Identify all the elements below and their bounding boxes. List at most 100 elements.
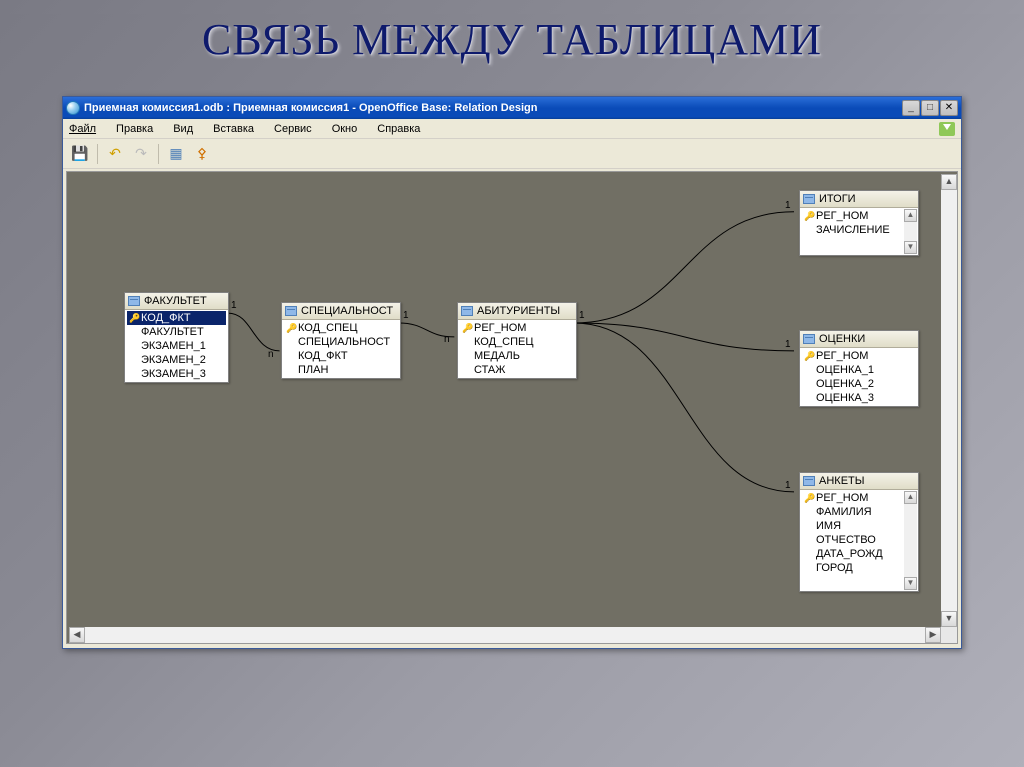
key-icon: 🔑: [129, 313, 139, 323]
field-row[interactable]: ЭКЗАМЕН_1: [127, 339, 226, 353]
redo-icon[interactable]: ↷: [130, 143, 152, 165]
table-icon: [285, 306, 297, 316]
field-row[interactable]: 🔑РЕГ_НОМ: [460, 321, 574, 335]
field-row[interactable]: ИМЯ: [802, 519, 903, 533]
field-row[interactable]: ОЦЕНКА_2: [802, 377, 916, 391]
menu-view[interactable]: Вид: [173, 123, 203, 135]
table-title: ФАКУЛЬТЕТ: [144, 295, 207, 307]
field-row[interactable]: ОЦЕНКА_1: [802, 363, 916, 377]
field-row[interactable]: 🔑КОД_СПЕЦ: [284, 321, 398, 335]
mini-scrollbar[interactable]: ▲ ▼: [904, 491, 917, 590]
table-header[interactable]: ИТОГИ: [800, 191, 918, 208]
scroll-up-icon[interactable]: ▲: [904, 491, 917, 504]
field-row[interactable]: ЭКЗАМЕН_3: [127, 367, 226, 381]
field-row[interactable]: ПЛАН: [284, 363, 398, 377]
table-specialnost[interactable]: СПЕЦИАЛЬНОСТ 🔑КОД_СПЕЦ СПЕЦИАЛЬНОСТ КОД_…: [281, 302, 401, 379]
menu-tools[interactable]: Сервис: [274, 123, 322, 135]
table-header[interactable]: АНКЕТЫ: [800, 473, 918, 490]
table-title: АБИТУРИЕНТЫ: [477, 305, 560, 317]
table-fakultet[interactable]: ФАКУЛЬТЕТ 🔑КОД_ФКТ ФАКУЛЬТЕТ ЭКЗАМЕН_1 Э…: [124, 292, 229, 383]
maximize-button[interactable]: □: [921, 100, 939, 116]
table-header[interactable]: ФАКУЛЬТЕТ: [125, 293, 228, 310]
field-row[interactable]: ФАКУЛЬТЕТ: [127, 325, 226, 339]
mini-scrollbar[interactable]: ▲ ▼: [904, 209, 917, 254]
scroll-up-icon[interactable]: ▲: [904, 209, 917, 222]
canvas-inner[interactable]: 1 n 1 n 1 1 1 1 ФАКУЛЬТЕТ 🔑КОД_ФКТ ФАКУЛ…: [69, 174, 941, 627]
field-row[interactable]: КОД_ФКТ: [284, 349, 398, 363]
field-row[interactable]: СТАЖ: [460, 363, 574, 377]
toolbar-separator: [97, 144, 98, 164]
table-header[interactable]: СПЕЦИАЛЬНОСТ: [282, 303, 400, 320]
app-window: Приемная комиссия1.odb : Приемная комисс…: [62, 96, 962, 649]
field-row[interactable]: 🔑РЕГ_НОМ: [802, 491, 903, 505]
openoffice-base-icon: [66, 101, 80, 115]
add-table-icon[interactable]: ▦: [165, 143, 187, 165]
close-button[interactable]: ✕: [940, 100, 958, 116]
undo-icon[interactable]: ↶: [104, 143, 126, 165]
toolbar: 💾 ↶ ↷ ▦ ⚴: [63, 139, 961, 169]
table-abiturienty[interactable]: АБИТУРИЕНТЫ 🔑РЕГ_НОМ КОД_СПЕЦ МЕДАЛЬ СТА…: [457, 302, 577, 379]
table-header[interactable]: ОЦЕНКИ: [800, 331, 918, 348]
field-row[interactable]: ФАМИЛИЯ: [802, 505, 903, 519]
key-icon: 🔑: [804, 493, 814, 503]
field-row[interactable]: МЕДАЛЬ: [460, 349, 574, 363]
horizontal-scrollbar[interactable]: ◀ ▶: [69, 627, 941, 643]
cardinality-one: 1: [403, 310, 409, 321]
menu-edit[interactable]: Правка: [116, 123, 163, 135]
menu-help[interactable]: Справка: [377, 123, 430, 135]
table-icon: [461, 306, 473, 316]
toolbar-separator: [158, 144, 159, 164]
scrollbar-corner: [941, 627, 957, 643]
table-ankety[interactable]: АНКЕТЫ 🔑РЕГ_НОМ ФАМИЛИЯ ИМЯ ОТЧЕСТВО ДАТ…: [799, 472, 919, 592]
cardinality-one: 1: [231, 300, 237, 311]
field-row[interactable]: СПЕЦИАЛЬНОСТ: [284, 335, 398, 349]
cardinality-one: 1: [579, 310, 585, 321]
table-ocenki[interactable]: ОЦЕНКИ 🔑РЕГ_НОМ ОЦЕНКА_1 ОЦЕНКА_2 ОЦЕНКА…: [799, 330, 919, 407]
field-row[interactable]: 🔑КОД_ФКТ: [127, 311, 226, 325]
field-row[interactable]: 🔑РЕГ_НОМ: [802, 209, 903, 223]
field-row[interactable]: ГОРОД: [802, 561, 903, 575]
field-row[interactable]: ОЦЕНКА_3: [802, 391, 916, 405]
table-title: ОЦЕНКИ: [819, 333, 865, 345]
page-title: СВЯЗЬ МЕЖДУ ТАБЛИЦАМИ: [0, 14, 1024, 65]
scroll-down-icon[interactable]: ▼: [904, 241, 917, 254]
titlebar[interactable]: Приемная комиссия1.odb : Приемная комисс…: [63, 97, 961, 119]
cardinality-many: n: [268, 349, 274, 360]
key-icon: 🔑: [804, 351, 814, 361]
field-row[interactable]: ЗАЧИСЛЕНИЕ: [802, 223, 903, 237]
menubar: Файл Правка Вид Вставка Сервис Окно Спра…: [63, 119, 961, 139]
table-icon: [803, 476, 815, 486]
field-row[interactable]: ДАТА_РОЖД: [802, 547, 903, 561]
cardinality-one: 1: [785, 339, 791, 350]
key-icon: 🔑: [804, 211, 814, 221]
cardinality-one: 1: [785, 200, 791, 211]
vertical-scrollbar[interactable]: ▲ ▼: [941, 174, 957, 627]
menu-insert[interactable]: Вставка: [213, 123, 264, 135]
table-icon: [803, 334, 815, 344]
new-relation-icon[interactable]: ⚴: [191, 143, 213, 165]
key-icon: 🔑: [286, 323, 296, 333]
relation-canvas: 1 n 1 n 1 1 1 1 ФАКУЛЬТЕТ 🔑КОД_ФКТ ФАКУЛ…: [66, 171, 958, 644]
table-title: ИТОГИ: [819, 193, 856, 205]
scroll-left-icon[interactable]: ◀: [69, 627, 85, 643]
scroll-right-icon[interactable]: ▶: [925, 627, 941, 643]
field-row[interactable]: КОД_СПЕЦ: [460, 335, 574, 349]
menu-file[interactable]: Файл: [69, 123, 106, 135]
download-icon[interactable]: [939, 122, 955, 136]
minimize-button[interactable]: _: [902, 100, 920, 116]
table-icon: [128, 296, 140, 306]
menu-window[interactable]: Окно: [332, 123, 368, 135]
field-row[interactable]: 🔑РЕГ_НОМ: [802, 349, 916, 363]
table-title: СПЕЦИАЛЬНОСТ: [301, 305, 393, 317]
key-icon: 🔑: [462, 323, 472, 333]
scroll-down-icon[interactable]: ▼: [904, 577, 917, 590]
scroll-up-icon[interactable]: ▲: [941, 174, 957, 190]
save-icon[interactable]: 💾: [69, 143, 91, 165]
table-header[interactable]: АБИТУРИЕНТЫ: [458, 303, 576, 320]
scroll-down-icon[interactable]: ▼: [941, 611, 957, 627]
field-row[interactable]: ОТЧЕСТВО: [802, 533, 903, 547]
field-row[interactable]: ЭКЗАМЕН_2: [127, 353, 226, 367]
table-itogi[interactable]: ИТОГИ 🔑РЕГ_НОМ ЗАЧИСЛЕНИЕ ▲ ▼: [799, 190, 919, 256]
table-icon: [803, 194, 815, 204]
table-title: АНКЕТЫ: [819, 475, 864, 487]
